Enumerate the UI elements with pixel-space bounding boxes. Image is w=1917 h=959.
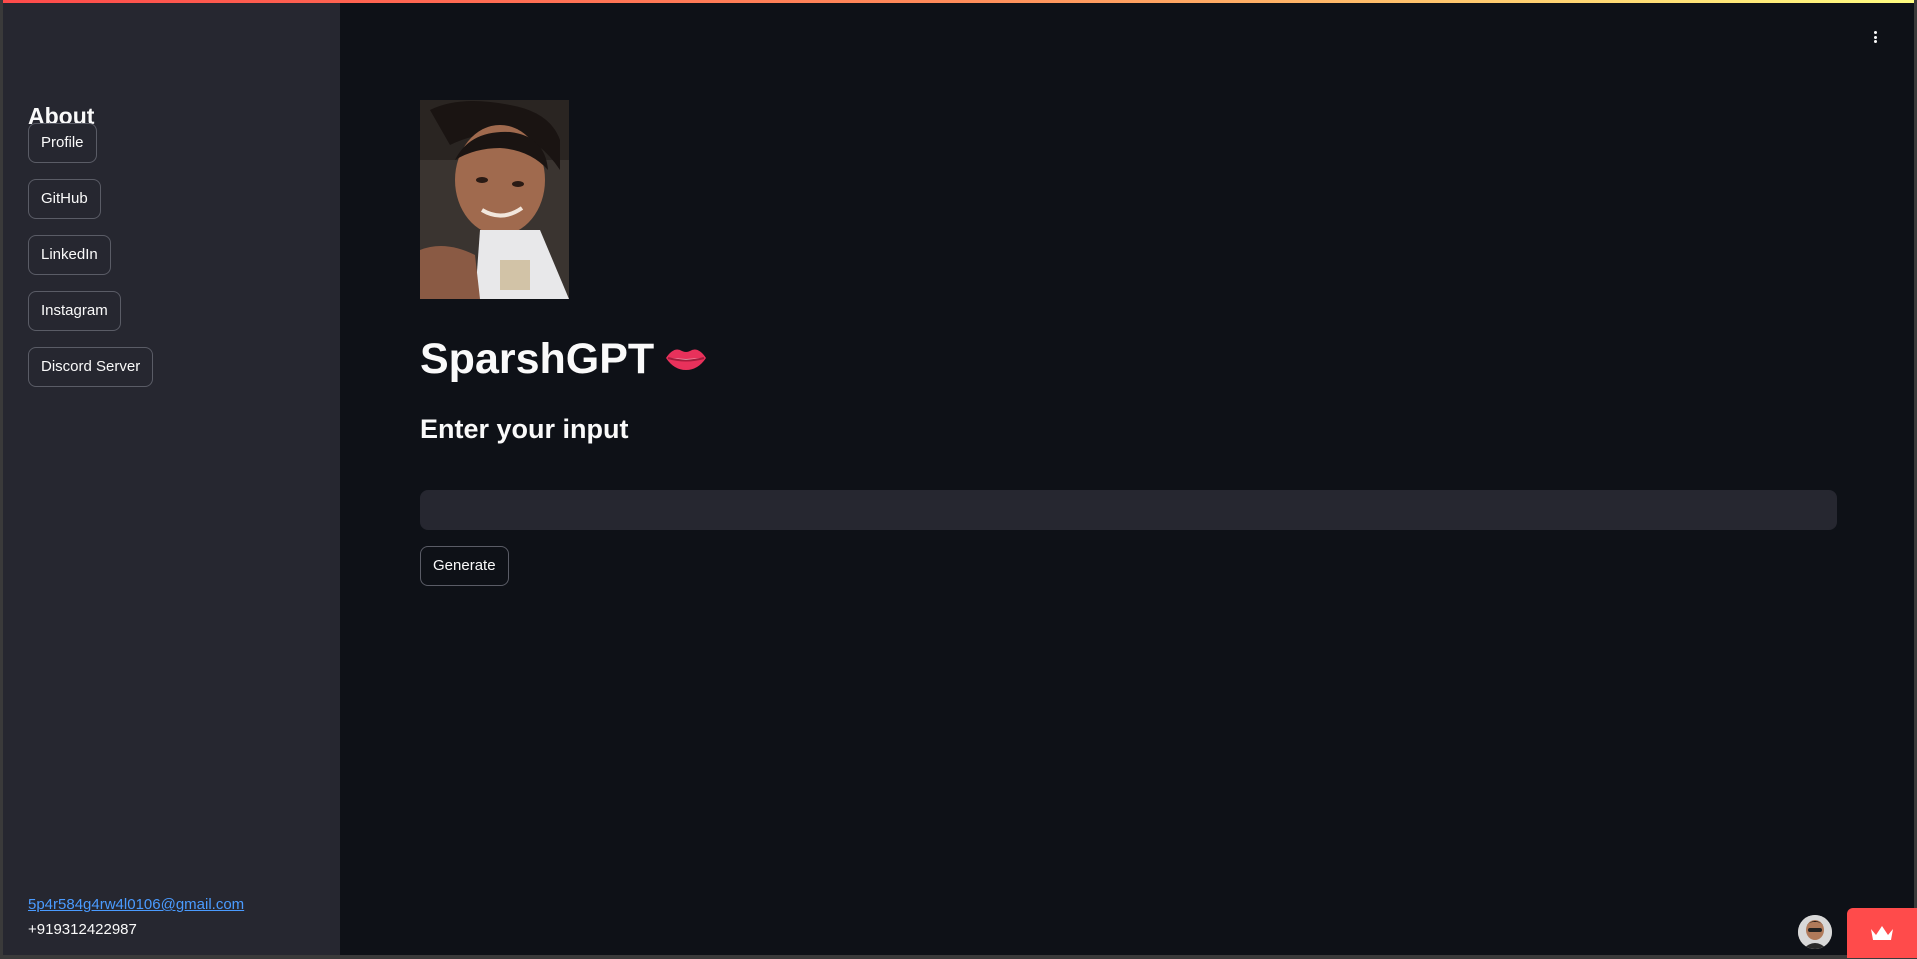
- github-button[interactable]: GitHub: [28, 179, 101, 219]
- profile-button[interactable]: Profile: [28, 123, 97, 163]
- avatar[interactable]: [1798, 915, 1832, 949]
- instagram-button[interactable]: Instagram: [28, 291, 121, 331]
- profile-photo: [420, 100, 569, 299]
- app-window: About Profile GitHub LinkedIn Instagram …: [3, 0, 1914, 955]
- linkedin-button[interactable]: LinkedIn: [28, 235, 111, 275]
- page-title-text: SparshGPT: [420, 335, 655, 383]
- page-title: SparshGPT: [420, 335, 708, 384]
- crown-icon[interactable]: [1847, 908, 1917, 958]
- sidebar: About Profile GitHub LinkedIn Instagram …: [3, 3, 340, 955]
- email-link[interactable]: 5p4r584g4rw4l0106@gmail.com: [28, 896, 244, 913]
- phone-number: +919312422987: [28, 921, 137, 938]
- generate-button[interactable]: Generate: [420, 546, 509, 586]
- discord-server-button[interactable]: Discord Server: [28, 347, 154, 387]
- input-heading: Enter your input: [420, 414, 629, 444]
- lips-icon: [664, 335, 708, 384]
- kebab-menu-icon[interactable]: [1871, 27, 1879, 47]
- user-input-field[interactable]: [420, 490, 1837, 530]
